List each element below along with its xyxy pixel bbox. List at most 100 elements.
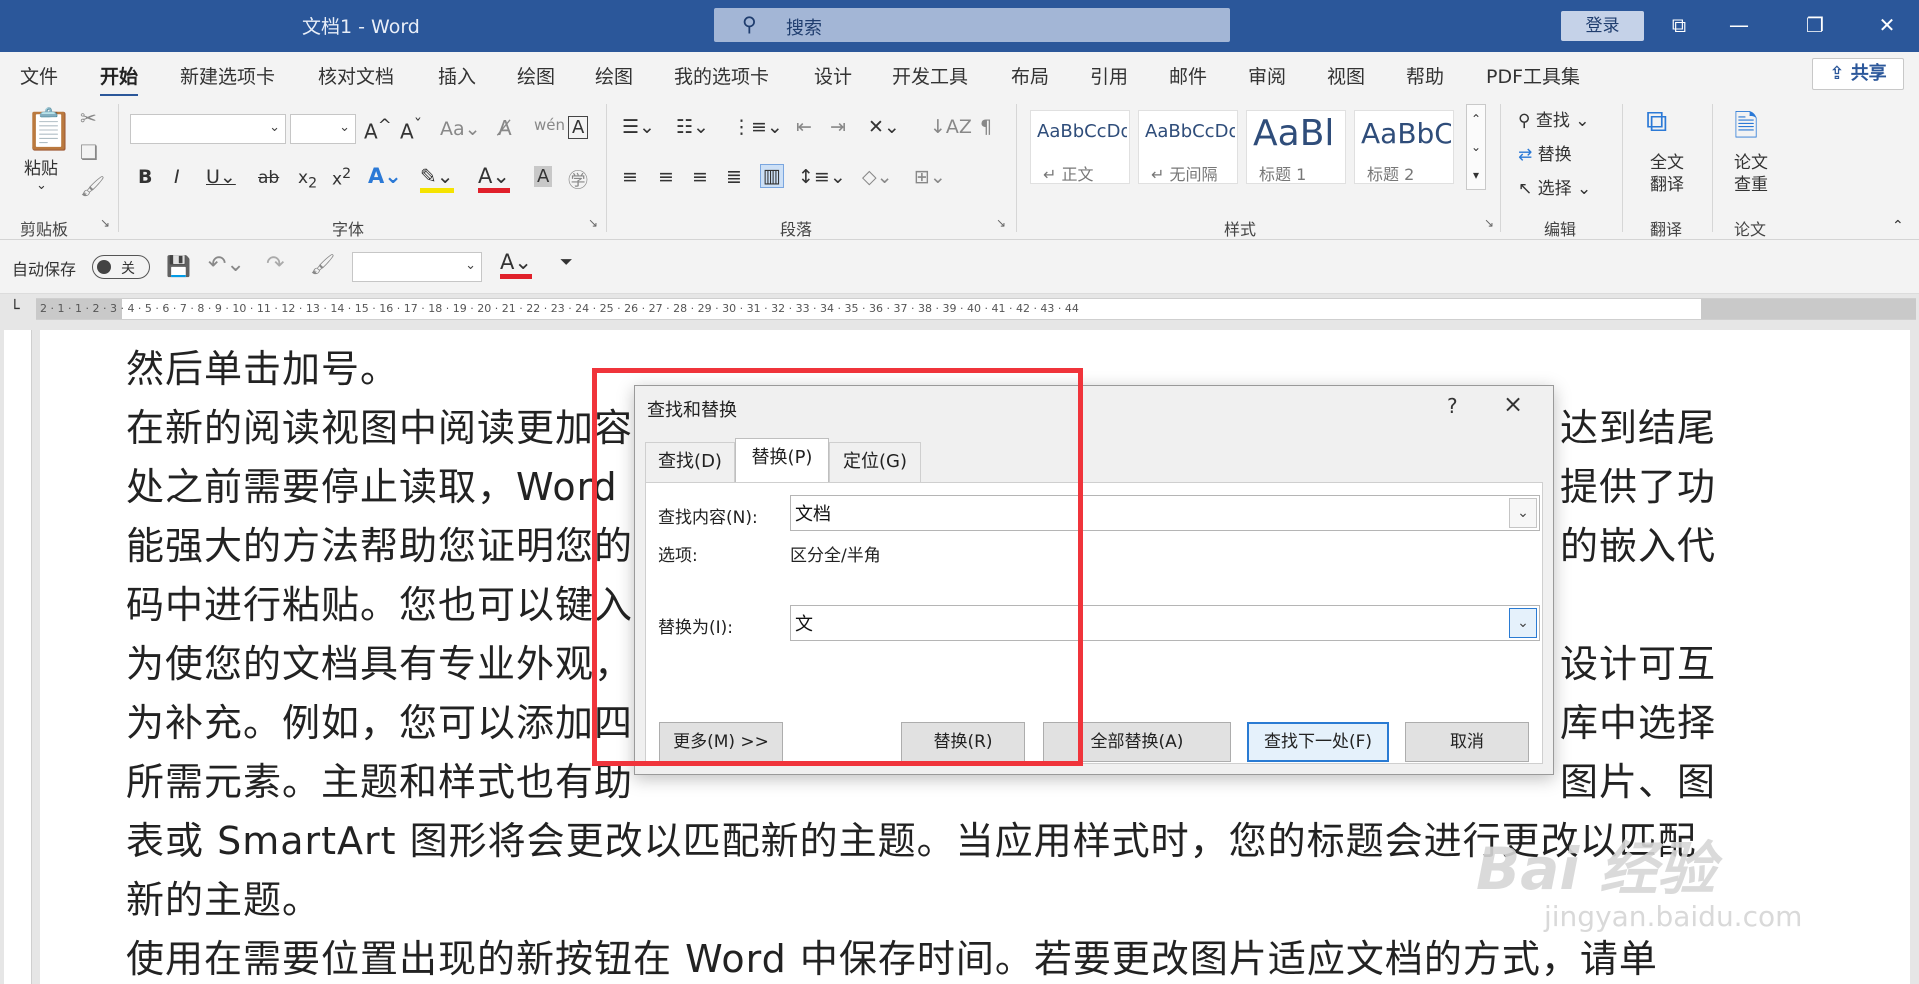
- decrease-indent-icon[interactable]: ⇤: [796, 116, 812, 138]
- copy-icon[interactable]: ❏: [80, 140, 98, 164]
- shading-icon[interactable]: ◇⌄: [862, 166, 893, 188]
- tab-help[interactable]: 帮助: [1406, 62, 1444, 89]
- save-icon[interactable]: 💾: [166, 254, 191, 278]
- style-no-spacing[interactable]: AaBbCcDd ↵ 无间隔: [1138, 110, 1238, 184]
- multilevel-list-icon[interactable]: ⋮≡⌄: [732, 116, 783, 138]
- qat-font-color-icon[interactable]: A⌄: [500, 250, 532, 279]
- show-marks-icon[interactable]: ¶: [980, 116, 992, 138]
- justify-icon[interactable]: ≣: [726, 166, 742, 188]
- find-next-button[interactable]: 查找下一处(F): [1247, 722, 1389, 762]
- char-border-icon[interactable]: A: [568, 116, 589, 139]
- numbering-icon[interactable]: ☷⌄: [676, 116, 709, 138]
- close-icon[interactable]: ×: [1503, 390, 1523, 418]
- tab-draw-2[interactable]: 绘图: [595, 62, 633, 89]
- clear-format-icon[interactable]: A̸: [498, 116, 512, 140]
- tab-selector-icon[interactable]: └: [10, 299, 20, 318]
- tab-review[interactable]: 审阅: [1248, 62, 1286, 89]
- undo-icon[interactable]: ↶⌄: [208, 252, 245, 277]
- tab-developer[interactable]: 开发工具: [892, 62, 968, 89]
- paragraph-launcher-icon[interactable]: ↘: [996, 216, 1006, 230]
- tab-design[interactable]: 设计: [814, 62, 852, 89]
- style-normal[interactable]: AaBbCcDd ↵ 正文: [1030, 110, 1130, 184]
- horizontal-ruler[interactable]: └ 2 · 1 · 1 · 2 · 3 · 4 · 5 · 6 · 7 · 8 …: [0, 294, 1919, 324]
- borders-icon[interactable]: ⊞⌄: [914, 166, 946, 188]
- text-effects-icon[interactable]: A⌄: [368, 164, 402, 188]
- help-icon[interactable]: ?: [1447, 394, 1458, 418]
- paper-check-icon[interactable]: 🗎: [1734, 104, 1758, 155]
- style-heading-2[interactable]: AaBbC 标题 2: [1354, 110, 1454, 184]
- font-launcher-icon[interactable]: ↘: [588, 216, 598, 230]
- search-box[interactable]: ⚲ 搜索: [714, 8, 1230, 42]
- replace-button[interactable]: ⇄ 替换: [1518, 140, 1572, 165]
- cancel-button[interactable]: 取消: [1405, 722, 1529, 762]
- font-name-combo[interactable]: ⌄: [130, 114, 286, 144]
- minimize-icon[interactable]: —: [1714, 8, 1764, 42]
- align-center-icon[interactable]: ≡: [658, 166, 674, 188]
- format-painter-icon[interactable]: 🖌: [80, 174, 105, 198]
- tab-file[interactable]: 文件: [20, 62, 58, 89]
- paste-icon[interactable]: 📋: [24, 106, 74, 153]
- grow-font-icon[interactable]: A^: [364, 116, 392, 144]
- styles-launcher-icon[interactable]: ↘: [1484, 216, 1494, 230]
- ribbon-display-icon[interactable]: ⧉: [1654, 8, 1704, 42]
- login-button[interactable]: 登录: [1561, 11, 1644, 41]
- translate-icon[interactable]: ⧉: [1646, 104, 1667, 139]
- translate-button[interactable]: 全文 翻译: [1650, 152, 1684, 196]
- tab-pdf-tools[interactable]: PDF工具集: [1486, 62, 1580, 89]
- distributed-icon[interactable]: ▥: [760, 164, 784, 188]
- qat-font-combo[interactable]: ⌄: [352, 252, 482, 282]
- paste-label[interactable]: 粘贴: [24, 154, 58, 179]
- restore-icon[interactable]: ❐: [1790, 8, 1840, 42]
- find-button[interactable]: ⚲ 查找 ⌄: [1518, 106, 1590, 131]
- strikethrough-icon[interactable]: ab: [258, 168, 279, 188]
- chevron-down-icon[interactable]: ⌄: [1509, 608, 1537, 638]
- redo-icon[interactable]: ↷: [266, 252, 284, 277]
- share-button[interactable]: ⇪ 共享: [1812, 58, 1904, 90]
- highlight-icon[interactable]: ✎⌄: [420, 164, 454, 193]
- format-painter-qat-icon[interactable]: 🖌: [310, 252, 335, 276]
- styles-scroll[interactable]: ⌃ ⌄ ▾: [1466, 104, 1486, 190]
- customize-qat-icon[interactable]: ⏷: [560, 252, 573, 272]
- chinese-layout-icon[interactable]: ✕⌄: [868, 116, 900, 138]
- tab-check-doc[interactable]: 核对文档: [318, 62, 394, 89]
- vertical-ruler[interactable]: [4, 330, 32, 984]
- underline-icon[interactable]: U⌄: [206, 166, 236, 188]
- tab-insert[interactable]: 插入: [438, 62, 476, 89]
- bullets-icon[interactable]: ☰⌄: [622, 116, 655, 138]
- sort-icon[interactable]: ↓AZ: [930, 116, 972, 138]
- style-heading-1[interactable]: AaBl 标题 1: [1246, 110, 1346, 184]
- collapse-ribbon-icon[interactable]: ⌃: [1892, 218, 1904, 234]
- find-label: 查找: [1535, 111, 1570, 131]
- subscript-icon[interactable]: x2: [298, 168, 317, 191]
- autosave-toggle[interactable]: 关: [92, 255, 150, 279]
- font-color-icon[interactable]: A⌄: [478, 164, 510, 193]
- enclose-char-icon[interactable]: ㊫: [568, 164, 588, 193]
- close-window-icon[interactable]: ✕: [1862, 8, 1912, 42]
- paper-check-button[interactable]: 论文 查重: [1734, 152, 1768, 196]
- tab-mailings[interactable]: 邮件: [1169, 62, 1207, 89]
- align-right-icon[interactable]: ≡: [692, 166, 708, 188]
- font-size-combo[interactable]: ⌄: [290, 114, 356, 144]
- paste-dropdown-icon[interactable]: ⌄: [36, 178, 47, 193]
- increase-indent-icon[interactable]: ⇥: [830, 116, 846, 138]
- phonetic-guide-icon[interactable]: wén: [534, 116, 565, 134]
- tab-new[interactable]: 新建选项卡: [180, 62, 275, 89]
- tab-draw-1[interactable]: 绘图: [517, 62, 555, 89]
- tab-references[interactable]: 引用: [1090, 62, 1128, 89]
- clipboard-launcher-icon[interactable]: ↘: [100, 216, 110, 230]
- bold-icon[interactable]: B: [138, 166, 152, 188]
- tab-home[interactable]: 开始: [100, 62, 139, 97]
- line-spacing-icon[interactable]: ↕≡⌄: [798, 166, 846, 188]
- shrink-font-icon[interactable]: Aˇ: [400, 116, 422, 144]
- italic-icon[interactable]: I: [174, 166, 180, 188]
- select-button[interactable]: ↖ 选择 ⌄: [1518, 174, 1591, 199]
- superscript-icon[interactable]: x2: [332, 166, 351, 190]
- tab-layout[interactable]: 布局: [1011, 62, 1049, 89]
- align-left-icon[interactable]: ≡: [622, 166, 638, 188]
- chevron-down-icon[interactable]: ⌄: [1509, 498, 1537, 528]
- char-shading-icon[interactable]: A: [534, 166, 553, 187]
- tab-my-tab[interactable]: 我的选项卡: [674, 62, 769, 89]
- change-case-icon[interactable]: Aa⌄: [440, 118, 481, 140]
- cut-icon[interactable]: ✂: [80, 106, 97, 130]
- tab-view[interactable]: 视图: [1327, 62, 1365, 89]
